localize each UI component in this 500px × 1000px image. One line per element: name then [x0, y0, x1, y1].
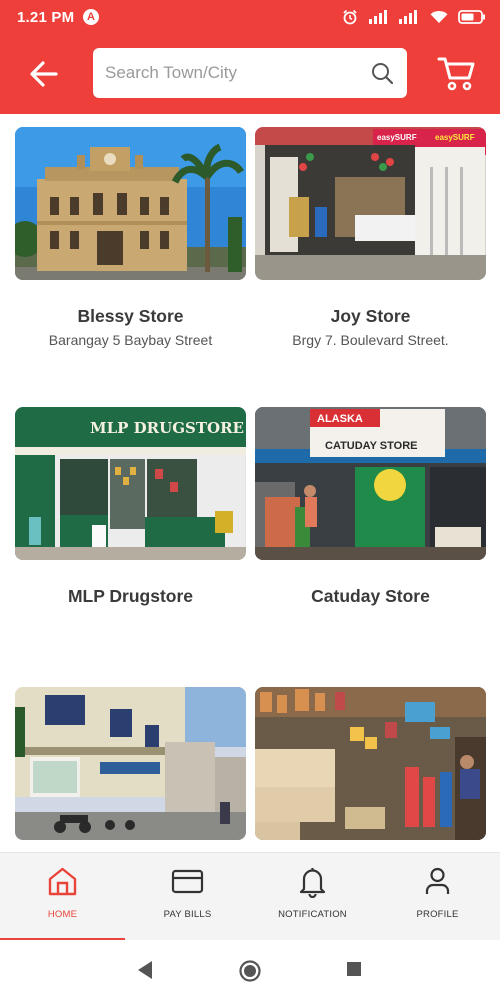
app-notification-badge: A: [83, 9, 99, 25]
store-photo: easySURF easySURF: [255, 127, 486, 280]
store-name: MLP Drugstore: [67, 586, 194, 606]
store-card-catuday[interactable]: ALASKA CATUDAY STORE Catuday Store: [255, 407, 486, 607]
store-card-joy[interactable]: easySURF easySURF Joy Store Brgy 7. Boul…: [255, 127, 486, 348]
catuday-sign: CATUDAY STORE: [325, 440, 418, 452]
nav-home[interactable]: HOME: [0, 853, 125, 941]
signal-icon: [399, 9, 418, 24]
store-name: Blessy Store: [77, 306, 184, 326]
store-name: Catuday Store: [311, 586, 430, 606]
arrow-left-icon: [30, 61, 58, 87]
store-address: Brgy 7. Boulevard Street.: [292, 332, 449, 348]
mlp-sign: MLP DRUGSTORE: [90, 419, 244, 437]
store-card-blessy[interactable]: Blessy Store Barangay 5 Baybay Street: [15, 127, 246, 348]
wifi-icon: [430, 10, 448, 23]
store-photo: MLP DRUGSTORE: [15, 407, 246, 560]
home-circle-icon[interactable]: [238, 959, 262, 983]
app-bar: [0, 34, 500, 114]
alaska-sign: ALASKA: [317, 413, 363, 425]
store-photo: [15, 687, 246, 840]
status-bar: 1.21 PM A: [0, 0, 500, 34]
store-photo: [15, 127, 246, 280]
store-name: Joy Store: [330, 306, 411, 326]
store-photo: ALASKA CATUDAY STORE: [255, 407, 486, 560]
store-address: Barangay 5 Baybay Street: [48, 332, 213, 348]
store-card[interactable]: [15, 687, 246, 840]
store-grid: Blessy Store Barangay 5 Baybay Street ea…: [0, 114, 500, 852]
cart-icon: [437, 57, 475, 91]
home-icon: [48, 867, 77, 896]
back-triangle-icon[interactable]: [135, 959, 155, 981]
nav-profile[interactable]: PROFILE: [375, 853, 500, 941]
search-box: [93, 48, 407, 98]
nav-notification[interactable]: NOTIFICATION: [250, 853, 375, 941]
store-card[interactable]: [255, 687, 486, 840]
cart-button[interactable]: [436, 52, 478, 94]
bell-icon: [299, 868, 326, 898]
store-card-mlp[interactable]: MLP DRUGSTORE MLP Drugstore: [15, 407, 246, 607]
recents-square-icon[interactable]: [345, 959, 363, 979]
system-nav-bar: [0, 940, 500, 1000]
store-photo: [255, 687, 486, 840]
nav-label: NOTIFICATION: [278, 909, 347, 920]
nav-label: HOME: [47, 909, 78, 920]
battery-icon: [458, 9, 485, 24]
easysurf-sign: easySURF: [435, 133, 475, 142]
bottom-nav: HOME PAY BILLS NOTIFICATION PROFILE: [0, 852, 500, 941]
back-button[interactable]: [26, 56, 62, 92]
nav-pay-bills[interactable]: PAY BILLS: [125, 853, 250, 941]
search-icon[interactable]: [371, 62, 393, 84]
search-input[interactable]: [105, 58, 355, 88]
alarm-icon: [343, 9, 357, 25]
status-icons: [336, 8, 486, 26]
credit-card-icon: [171, 869, 204, 894]
nav-label: PROFILE: [416, 909, 459, 920]
nav-label: PAY BILLS: [163, 909, 212, 920]
easysurf-sign: easySURF: [377, 133, 417, 142]
person-icon: [425, 867, 450, 894]
status-time: 1.21 PM: [17, 9, 75, 26]
signal-icon: [368, 9, 387, 24]
